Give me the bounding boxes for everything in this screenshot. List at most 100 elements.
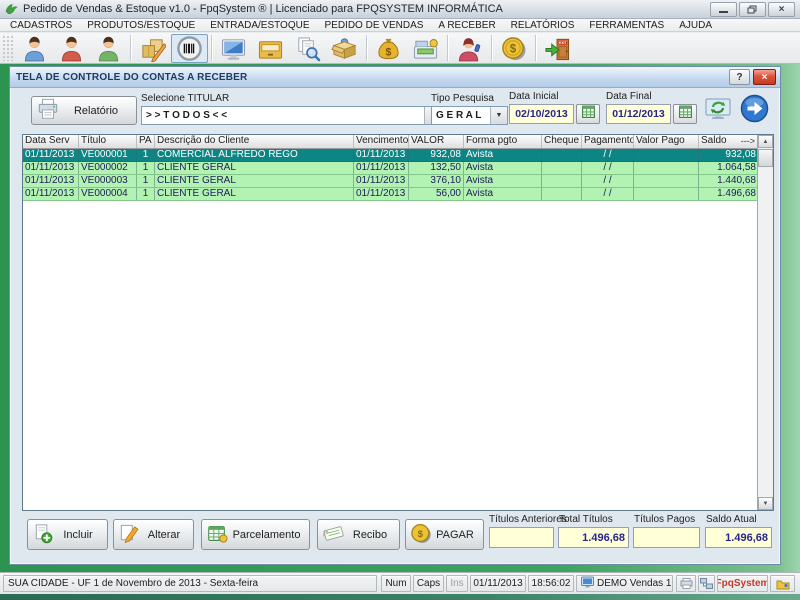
toolbar-separator (491, 35, 492, 61)
report-button[interactable]: Relatório (31, 96, 137, 125)
grid-column-header[interactable]: Forma pgto (464, 135, 542, 148)
grid-cell: 01/11/2013 (354, 162, 409, 174)
chevron-down-icon[interactable]: ▼ (490, 107, 507, 124)
dialog-help-button[interactable]: ? (729, 69, 750, 85)
grid-cell: / / (582, 188, 634, 200)
cash-register-icon[interactable] (407, 34, 444, 63)
grid-column-header[interactable]: PA (137, 135, 155, 148)
grid-cell: 376,10 (409, 175, 464, 187)
menu-item-produtos-estoque[interactable]: PRODUTOS/ESTOQUE (87, 20, 195, 31)
grid-row-2[interactable]: 01/11/2013VE0000031CLIENTE GERAL01/11/20… (23, 175, 758, 188)
products-icon[interactable] (134, 34, 171, 63)
scroll-thumb[interactable] (758, 149, 773, 167)
dialog-title: TELA DE CONTROLE DO CONTAS A RECEBER (16, 72, 247, 83)
open-box-icon[interactable] (326, 34, 363, 63)
menu-item-ferramentas[interactable]: FERRAMENTAS (589, 20, 664, 31)
support-icon[interactable] (451, 34, 488, 63)
drawer-icon[interactable] (252, 34, 289, 63)
titulos-pagos-label: Títulos Pagos (634, 514, 695, 525)
grid-row-0[interactable]: 01/11/2013VE0000011COMERCIAL ALFREDO REG… (23, 149, 758, 162)
tipo-pesquisa-select[interactable]: G E R A L ▼ (431, 106, 508, 125)
toolbar-separator (130, 35, 131, 61)
total-titulos-label: Total Títulos (559, 514, 613, 525)
titular-select[interactable]: > > T O D O S < < ▼ (141, 106, 442, 125)
grid-cell: CLIENTE GERAL (155, 175, 354, 187)
search-docs-icon[interactable] (289, 34, 326, 63)
grid-column-header[interactable]: Descrição do Cliente (155, 135, 354, 148)
menu-item-a-receber[interactable]: A RECEBER (438, 20, 495, 31)
data-inicial-calendar-button[interactable] (576, 104, 600, 124)
menu-item-pedido-de-vendas[interactable]: PEDIDO DE VENDAS (325, 20, 424, 31)
menu-item-relatorios[interactable]: RELATÓRIOS (511, 20, 575, 31)
toolbar-separator (535, 35, 536, 61)
grid-column-header[interactable]: Vencimento (354, 135, 409, 148)
customer-blue-icon[interactable] (16, 34, 53, 63)
grid-column-header[interactable]: VALOR (409, 135, 464, 148)
minimize-button[interactable] (710, 2, 737, 17)
installments-calendar-icon (206, 523, 228, 547)
refresh-icon (703, 96, 733, 128)
folder-user-icon[interactable] (770, 575, 795, 592)
tipo-pesquisa-label: Tipo Pesquisa (431, 93, 494, 104)
grid-column-header[interactable]: Cheque (542, 135, 582, 148)
customer-red-icon[interactable] (53, 34, 90, 63)
calendar-icon (581, 104, 596, 124)
grid-row-3[interactable]: 01/11/2013VE0000041CLIENTE GERAL01/11/20… (23, 188, 758, 201)
more-columns-indicator: ---> (741, 135, 755, 148)
data-final-field[interactable]: 01/12/2013 (606, 104, 671, 124)
coin-icon[interactable]: $ (495, 34, 532, 63)
menu-item-entrada-estoque[interactable]: ENTRADA/ESTOQUE (210, 20, 309, 31)
data-inicial-field[interactable]: 02/10/2013 (509, 104, 574, 124)
grid-column-header[interactable]: Valor Pago (634, 135, 699, 148)
printer-status-icon[interactable] (676, 575, 696, 592)
close-button[interactable]: × (768, 2, 795, 17)
dialog-contas-a-receber: TELA DE CONTROLE DO CONTAS A RECEBER ? ×… (9, 66, 781, 565)
menu-item-ajuda[interactable]: AJUDA (679, 20, 712, 31)
grid-cell (542, 175, 582, 187)
status-num: Num (381, 575, 411, 592)
grid-cell: 1 (137, 149, 155, 161)
scroll-up-icon[interactable]: ▲ (758, 135, 773, 148)
grid-cell: 01/11/2013 (354, 175, 409, 187)
dialog-close-button[interactable]: × (753, 69, 776, 85)
total-titulos-field: 1.496,68 (558, 527, 629, 548)
add-document-icon (32, 523, 53, 547)
pagar-button[interactable]: $ PAGAR (405, 519, 484, 550)
window-title: Pedido de Vendas & Estoque v1.0 - FpqSys… (23, 3, 503, 15)
monitor-icon[interactable] (215, 34, 252, 63)
customer-green-icon[interactable] (90, 34, 127, 63)
status-time: 18:56:02 (528, 575, 574, 592)
restore-button[interactable] (739, 2, 766, 17)
saldo-atual-field: 1.496,68 (705, 527, 772, 548)
data-final-calendar-button[interactable] (673, 104, 697, 124)
refresh-button[interactable] (702, 97, 734, 126)
exit-icon[interactable]: EXIT (539, 34, 576, 63)
alterar-button[interactable]: Alterar (113, 519, 194, 550)
grid-cell (542, 188, 582, 200)
grid-row-1[interactable]: 01/11/2013VE0000021CLIENTE GERAL01/11/20… (23, 162, 758, 175)
grid-column-header[interactable]: Data Serv (23, 135, 79, 148)
incluir-button[interactable]: Incluir (27, 519, 108, 550)
grid-cell: 132,50 (409, 162, 464, 174)
grid-cell: 01/11/2013 (23, 162, 79, 174)
grid-cell: Avista (464, 175, 542, 187)
go-button[interactable] (739, 96, 769, 126)
grid-cell: CLIENTE GERAL (155, 162, 354, 174)
grid-cell: VE000002 (79, 162, 137, 174)
money-bag-icon[interactable]: $ (370, 34, 407, 63)
receipt-icon (322, 523, 345, 546)
grid-cell (634, 149, 699, 161)
barcode-icon[interactable] (171, 34, 208, 63)
grid-cell: 1 (137, 188, 155, 200)
grid-column-header[interactable]: Pagamento (582, 135, 634, 148)
grid-scrollbar[interactable]: ▲ ▼ (757, 135, 773, 510)
recibo-button[interactable]: Recibo (317, 519, 400, 550)
toolbar-separator (211, 35, 212, 61)
parcelamento-button[interactable]: Parcelamento (201, 519, 310, 550)
menu-item-cadastros[interactable]: CADASTROS (10, 20, 72, 31)
grid-column-header[interactable]: Título (79, 135, 137, 148)
network-status-icon[interactable] (698, 575, 715, 592)
calendar-icon (678, 104, 693, 124)
scroll-down-icon[interactable]: ▼ (758, 497, 773, 510)
grid-cell: 01/11/2013 (23, 149, 79, 161)
